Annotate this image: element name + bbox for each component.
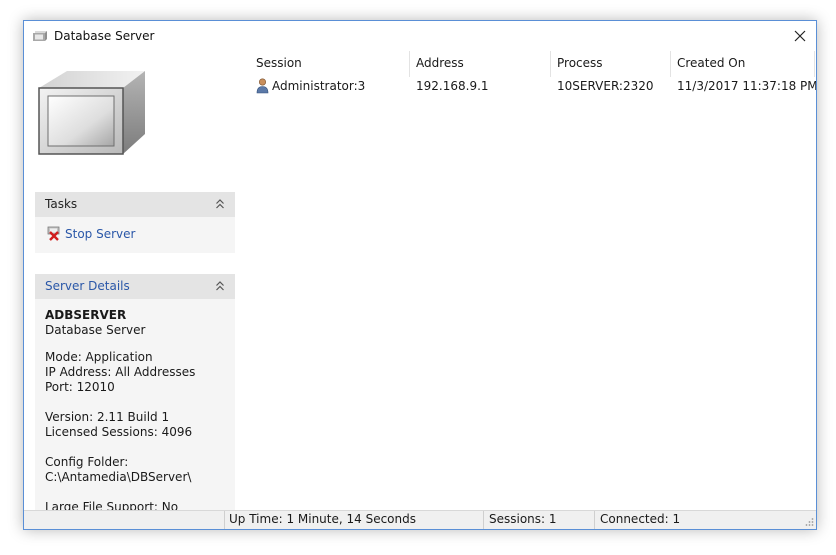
column-header-address[interactable]: Address: [416, 55, 546, 77]
status-separator: [594, 511, 595, 529]
column-separator[interactable]: [550, 51, 551, 77]
server-version: Version: 2.11 Build 1: [45, 410, 170, 424]
server-details-header[interactable]: Server Details: [35, 274, 235, 299]
table-row[interactable]: Administrator:3 192.168.9.1 10SERVER:232…: [244, 77, 816, 97]
column-separator[interactable]: [409, 51, 410, 77]
status-separator: [224, 511, 225, 529]
status-bar: Up Time: 1 Minute, 14 Seconds Sessions: …: [24, 510, 816, 529]
close-button[interactable]: [784, 21, 816, 51]
server-icon: [33, 31, 47, 41]
server-box-icon: [38, 71, 145, 155]
config-folder-label: Config Folder:: [45, 455, 129, 469]
column-separator[interactable]: [670, 51, 671, 77]
user-icon: [256, 78, 269, 94]
server-mode: Mode: Application: [45, 350, 153, 364]
database-server-window: Database Server Tasks Stop Server Server…: [23, 20, 817, 530]
created-on-cell: 11/3/2017 11:37:18 PM: [677, 79, 817, 93]
session-cell: Administrator:3: [272, 79, 366, 93]
column-header-process[interactable]: Process: [557, 55, 667, 77]
column-header-session[interactable]: Session: [256, 55, 406, 77]
column-separator[interactable]: [814, 51, 815, 77]
process-cell: 10SERVER:2320: [557, 79, 654, 93]
stop-server-link[interactable]: Stop Server: [65, 227, 135, 241]
server-name: ADBSERVER: [45, 308, 127, 322]
tasks-panel-body: Stop Server: [35, 217, 235, 253]
server-type: Database Server: [45, 323, 146, 337]
resize-grip-icon[interactable]: [804, 517, 814, 527]
title-bar[interactable]: Database Server: [24, 21, 816, 51]
tasks-panel-header[interactable]: Tasks: [35, 192, 235, 217]
server-port: Port: 12010: [45, 380, 115, 394]
window-title: Database Server: [54, 29, 155, 43]
column-header-created-on[interactable]: Created On: [677, 55, 812, 77]
stop-server-icon: [47, 226, 60, 241]
licensed-sessions: Licensed Sessions: 4096: [45, 425, 193, 439]
server-details-body: ADBSERVER Database Server Mode: Applicat…: [35, 299, 235, 511]
uptime-status: Up Time: 1 Minute, 14 Seconds: [229, 512, 417, 526]
server-details-title: Server Details: [45, 279, 130, 293]
sessions-status: Sessions: 1: [489, 512, 557, 526]
double-chevron-up-icon[interactable]: [215, 198, 225, 210]
address-cell: 192.168.9.1: [416, 79, 489, 93]
tasks-title: Tasks: [45, 197, 78, 211]
close-icon: [794, 30, 806, 42]
sessions-table[interactable]: Session Address Process Created On Admin…: [244, 51, 816, 511]
left-panel: Tasks Stop Server Server Details ADBSERV…: [24, 51, 244, 511]
connected-status: Connected: 1: [600, 512, 681, 526]
status-separator: [483, 511, 484, 529]
config-folder-path: C:\Antamedia\DBServer\: [45, 470, 192, 484]
server-ip: IP Address: All Addresses: [45, 365, 196, 379]
double-chevron-up-icon[interactable]: [215, 280, 225, 292]
